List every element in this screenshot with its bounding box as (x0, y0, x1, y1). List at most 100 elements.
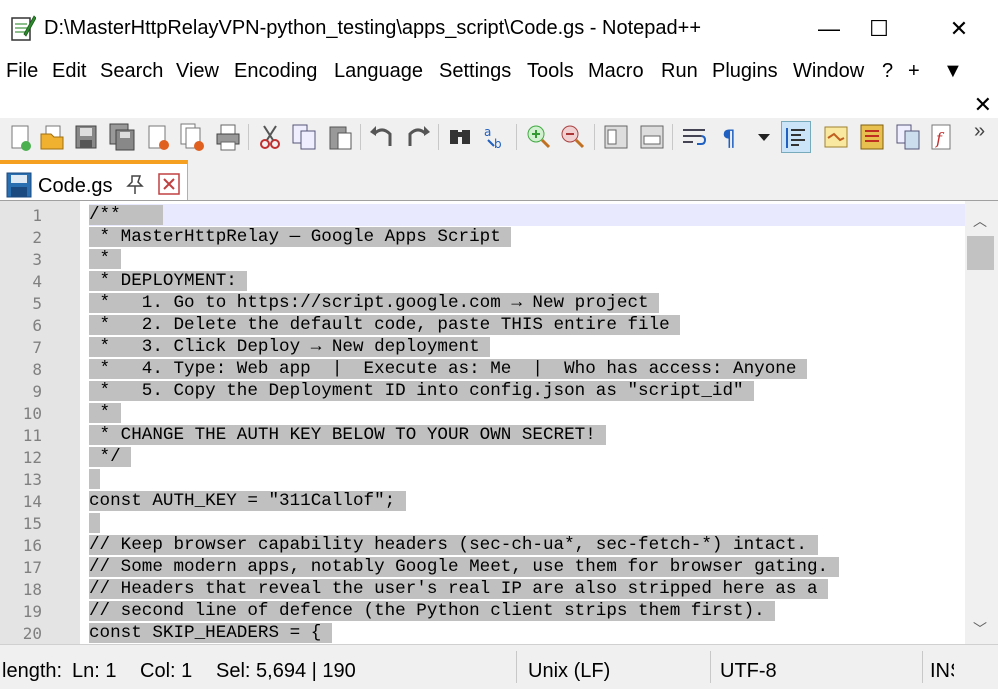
code-line (89, 468, 100, 490)
menu-add[interactable]: + (908, 60, 920, 83)
find-icon[interactable] (446, 122, 474, 152)
toolbar-separator (672, 124, 673, 150)
selected-text (89, 513, 100, 533)
title-bar: D:\MasterHttpRelayVPN-python_testing\app… (0, 0, 998, 58)
zoom-out-icon[interactable] (558, 122, 586, 152)
tab-label: Code.gs (38, 175, 113, 197)
selected-text: * 3. Click Deploy → New deployment (89, 337, 491, 357)
selected-text: // Keep browser capability headers (sec-… (89, 535, 818, 555)
line-number: 11 (22, 426, 42, 445)
menu-macro[interactable]: Macro (588, 60, 644, 83)
undo-icon[interactable] (368, 122, 396, 152)
selected-text: * 4. Type: Web app | Execute as: Me | Wh… (89, 359, 807, 379)
line-number: 16 (22, 536, 42, 555)
menu-encoding[interactable]: Encoding (234, 60, 317, 83)
close-document-button[interactable]: ✕ (974, 92, 992, 118)
vertical-scrollbar[interactable]: ︿ ﹀ (965, 201, 998, 644)
redo-icon[interactable] (404, 122, 432, 152)
menu-help[interactable]: ? (882, 60, 893, 83)
current-line-highlight (89, 204, 965, 226)
code-line: * 3. Click Deploy → New deployment (89, 336, 491, 358)
save-icon[interactable] (72, 122, 100, 152)
function-list-icon[interactable] (858, 122, 886, 152)
status-eol[interactable]: Unix (LF) (528, 660, 610, 683)
selected-text: * 5. Copy the Deployment ID into config.… (89, 381, 755, 401)
editor-area[interactable]: ︿ ﹀ 1 /** 2 * MasterHttpRelay — Google Ap… (0, 200, 998, 645)
selected-text: // Headers that reveal the user's real I… (89, 579, 829, 599)
menu-run[interactable]: Run (661, 60, 698, 83)
close-icon[interactable] (144, 122, 172, 152)
toolbar-separator (248, 124, 249, 150)
line-number: 12 (22, 448, 42, 467)
show-all-chars-icon[interactable]: ¶ (716, 122, 744, 152)
monitoring-icon[interactable]: f (928, 122, 956, 152)
menu-view[interactable]: View (176, 60, 219, 83)
status-insert-mode: INS (930, 660, 954, 682)
save-all-icon[interactable] (108, 122, 136, 152)
zoom-in-icon[interactable] (524, 122, 552, 152)
doc-map-icon[interactable] (822, 122, 850, 152)
line-number: 2 (32, 228, 42, 247)
menu-edit[interactable]: Edit (52, 60, 86, 83)
status-encoding[interactable]: UTF-8 (720, 660, 777, 683)
pin-icon[interactable] (124, 174, 146, 196)
menu-language[interactable]: Language (334, 60, 423, 83)
svg-text:¶: ¶ (722, 127, 736, 152)
dropdown-arrow-icon[interactable] (750, 122, 778, 152)
menu-file[interactable]: File (6, 60, 38, 83)
tab-code-gs[interactable]: Code.gs (0, 160, 188, 200)
copy-icon[interactable] (290, 122, 318, 152)
code-line: /** (89, 204, 163, 226)
open-file-icon[interactable] (38, 122, 66, 152)
code-line: const SKIP_HEADERS = { (89, 622, 332, 644)
cut-icon[interactable] (256, 122, 284, 152)
sync-horizontal-icon[interactable] (638, 122, 666, 152)
close-window-button[interactable]: ✕ (936, 0, 982, 58)
close-all-icon[interactable] (178, 122, 206, 152)
tab-close-icon[interactable] (158, 173, 180, 195)
selected-text: * (89, 403, 121, 423)
indent-guide-icon[interactable] (781, 121, 811, 153)
toolbar-separator (516, 124, 517, 150)
code-line: * 2. Delete the default code, paste THIS… (89, 314, 681, 336)
code-line (89, 512, 100, 534)
menu-tools[interactable]: Tools (527, 60, 574, 83)
new-file-icon[interactable] (6, 122, 34, 152)
scroll-thumb[interactable] (967, 236, 994, 270)
menu-dropdown[interactable]: ▼ (943, 60, 963, 83)
menu-search[interactable]: Search (100, 60, 163, 83)
code-line: * CHANGE THE AUTH KEY BELOW TO YOUR OWN … (89, 424, 607, 446)
folder-workspace-icon[interactable] (894, 122, 922, 152)
line-number: 9 (32, 382, 42, 401)
maximize-button[interactable]: ☐ (856, 0, 902, 58)
selected-text: const SKIP_HEADERS = { (89, 623, 332, 643)
line-number: 18 (22, 580, 42, 599)
code-line: */ (89, 446, 132, 468)
word-wrap-icon[interactable] (680, 122, 708, 152)
toolbar-separator (594, 124, 595, 150)
paste-icon[interactable] (326, 122, 354, 152)
menu-window[interactable]: Window (793, 60, 864, 83)
toolbar: ab ¶ f » (0, 118, 998, 158)
status-separator (516, 651, 517, 683)
code-line: // second line of defence (the Python cl… (89, 600, 776, 622)
line-number: 13 (22, 470, 42, 489)
scroll-up-icon[interactable]: ︿ (973, 211, 987, 231)
menu-settings[interactable]: Settings (439, 60, 511, 83)
code-line: * (89, 248, 121, 270)
fold-margin (80, 201, 88, 644)
toolbar-separator (438, 124, 439, 150)
sync-vertical-icon[interactable] (602, 122, 630, 152)
selected-text: * 1. Go to https://script.google.com → N… (89, 293, 660, 313)
print-icon[interactable] (214, 122, 242, 152)
selected-text: * (89, 249, 121, 269)
toolbar-overflow-button[interactable]: » (974, 120, 985, 143)
replace-icon[interactable]: ab (482, 122, 510, 152)
line-number: 19 (22, 602, 42, 621)
saved-file-icon (6, 172, 32, 198)
scroll-down-icon[interactable]: ﹀ (973, 619, 987, 639)
menu-plugins[interactable]: Plugins (712, 60, 778, 83)
code-line: * DEPLOYMENT: (89, 270, 248, 292)
line-number: 5 (32, 294, 42, 313)
minimize-button[interactable]: — (806, 0, 852, 58)
